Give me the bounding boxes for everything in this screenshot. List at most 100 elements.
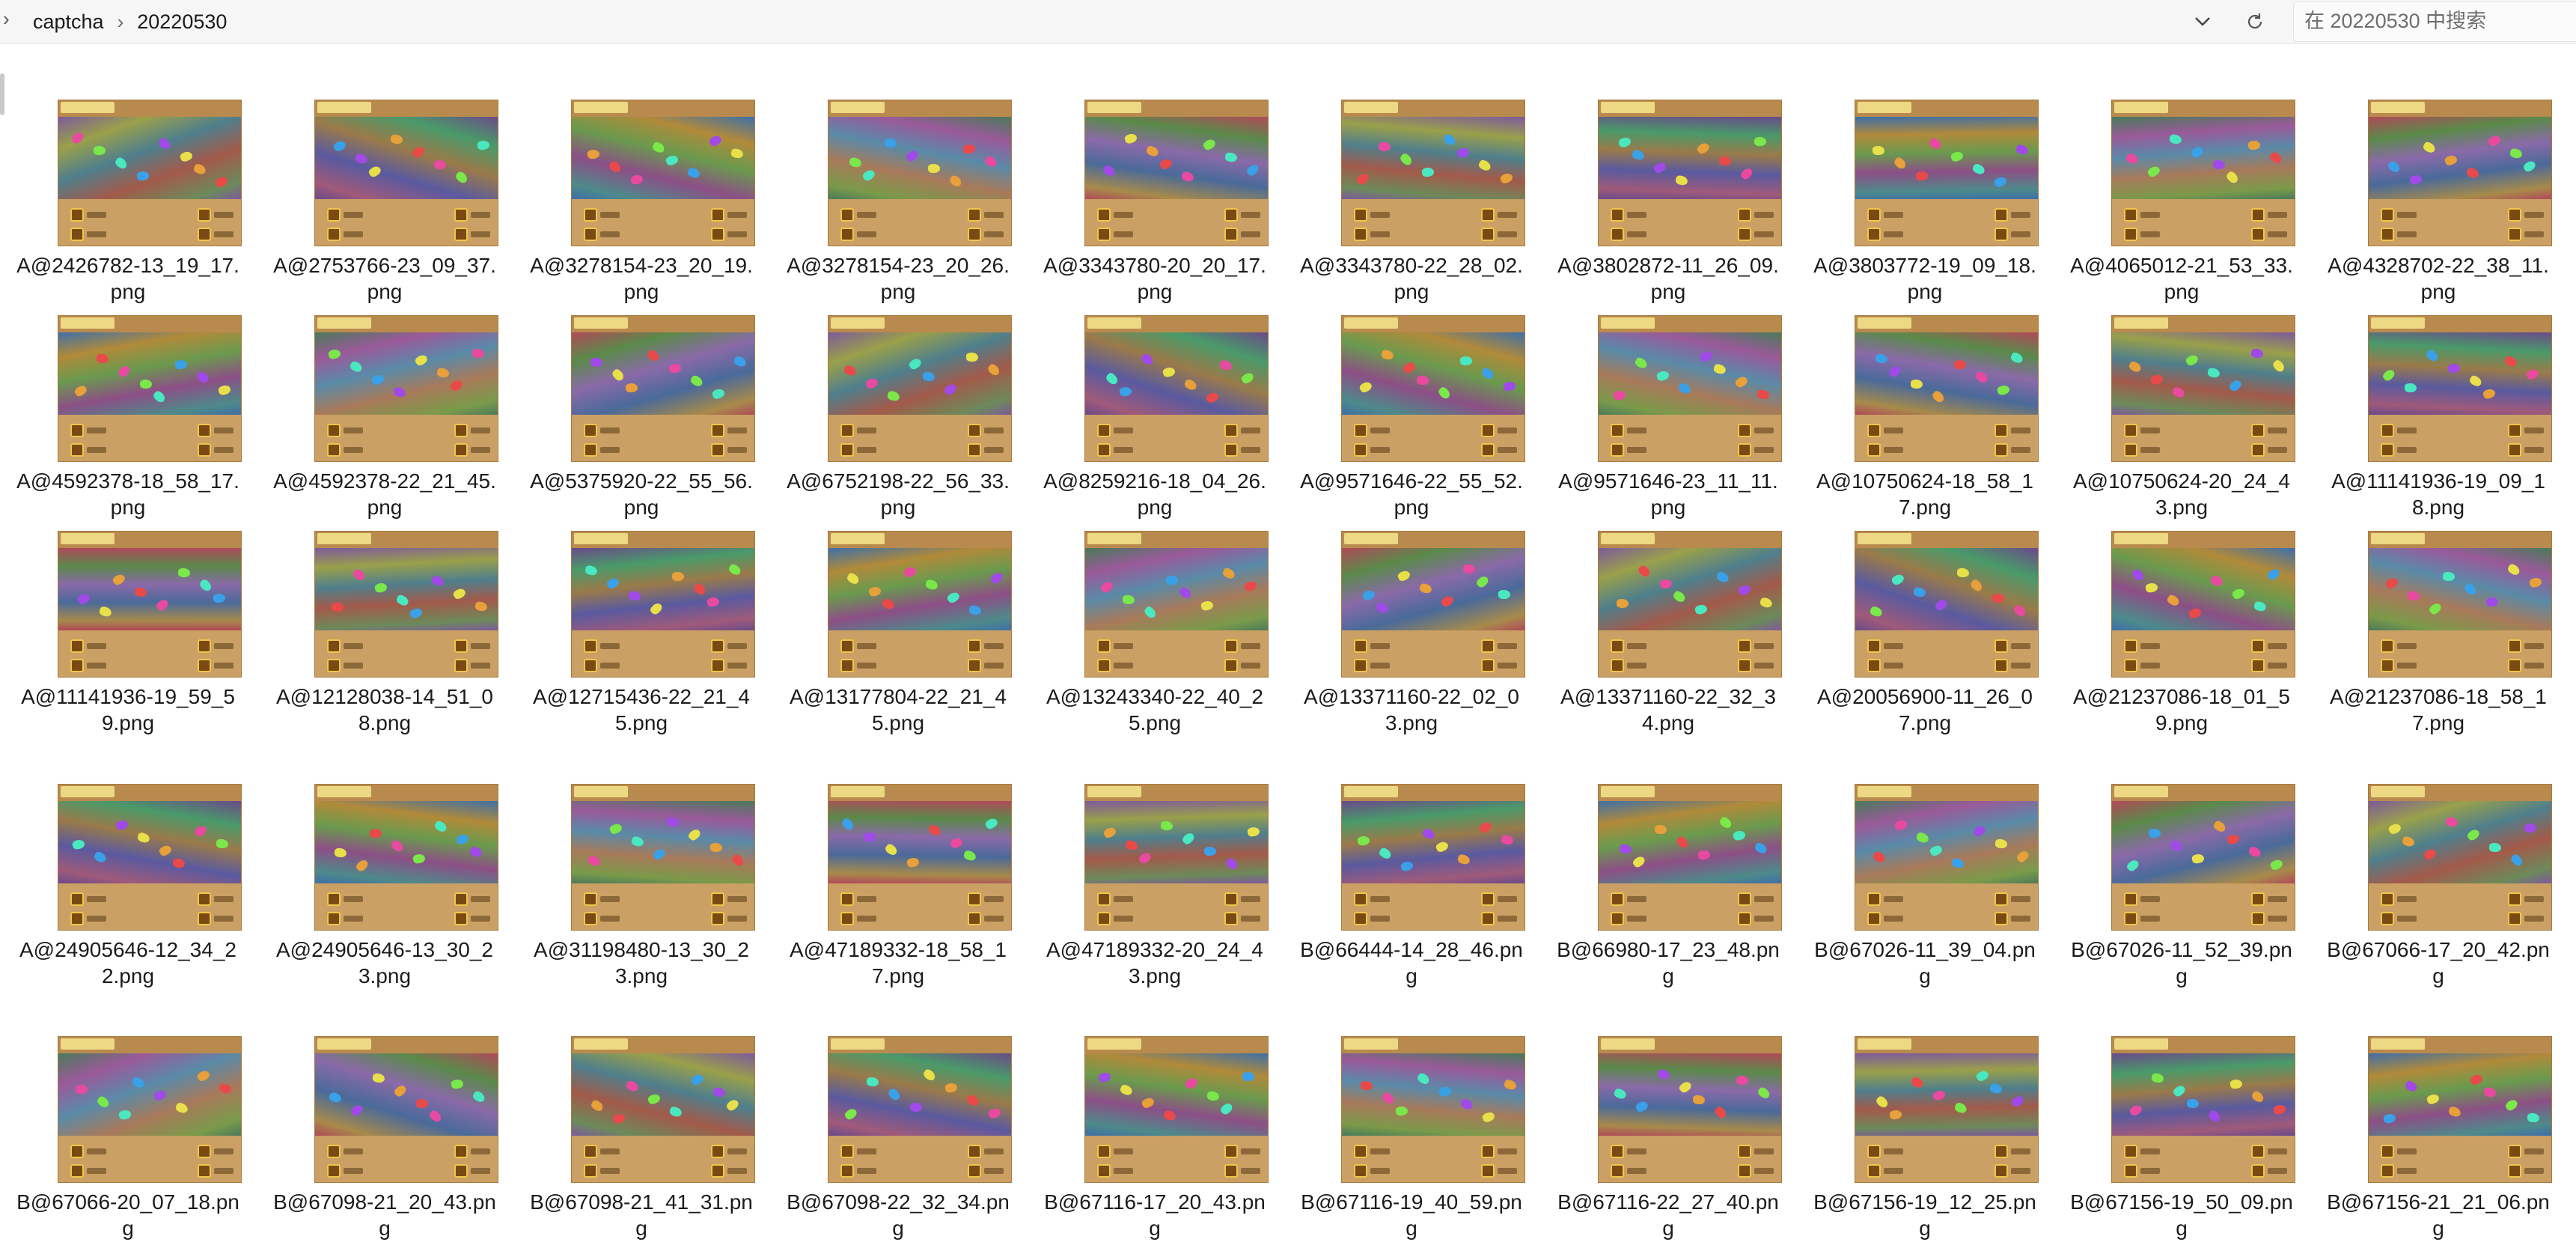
- captcha-character: [1119, 1083, 1134, 1097]
- thumbnail-options: [828, 199, 1011, 246]
- captcha-character: [1869, 605, 1884, 618]
- thumbnail-image: [1342, 332, 1524, 415]
- captcha-character: [1397, 568, 1411, 583]
- option-box: [1867, 1164, 1881, 1178]
- captcha-character: [1224, 152, 1238, 162]
- option-box: [2124, 1145, 2137, 1158]
- captcha-character: [1421, 167, 1435, 177]
- option-text-strip: [1884, 1168, 1903, 1174]
- captcha-character: [1097, 1071, 1112, 1084]
- option-box: [1738, 892, 1751, 906]
- captcha-character: [1361, 588, 1376, 602]
- option-box: [1224, 892, 1238, 906]
- file-name-line-2: g: [1149, 1217, 1161, 1240]
- captcha-character: [76, 592, 91, 606]
- option-box: [2124, 639, 2137, 653]
- captcha-character: [1438, 1086, 1453, 1098]
- option-text-strip: [600, 1168, 620, 1174]
- thumbnail-options: [1855, 199, 2038, 246]
- captcha-character: [1893, 156, 1908, 171]
- option-box: [2508, 208, 2521, 222]
- option-box: [1994, 659, 2008, 672]
- captcha-character: [1378, 141, 1391, 152]
- captcha-character: [452, 586, 467, 601]
- thumbnail-header: [2369, 1037, 2551, 1053]
- captcha-character: [2528, 576, 2543, 589]
- captcha-character: [390, 134, 403, 144]
- thumbnail-header: [828, 1037, 1011, 1053]
- option-text-strip: [1884, 643, 1903, 649]
- option-text-strip: [1370, 1168, 1390, 1174]
- option-text-strip: [1498, 643, 1517, 649]
- captcha-character: [1929, 843, 1944, 858]
- option-text-strip: [984, 1168, 1004, 1174]
- option-box: [70, 1164, 84, 1178]
- file-name: A@3343780-20_20_17. png: [1027, 252, 1283, 305]
- option-box: [2508, 228, 2521, 241]
- captcha-character: [2146, 164, 2161, 179]
- file-name-line-1: A@11141936-19_59_5: [21, 685, 235, 708]
- thumbnail-image: [2369, 1053, 2551, 1136]
- file-name-line-2: 9.png: [101, 711, 155, 734]
- thumbnail-header: [572, 100, 754, 117]
- thumbnail-title-strip: [574, 317, 628, 329]
- thumbnail-header: [58, 100, 241, 117]
- captcha-character: [436, 367, 450, 379]
- captcha-character: [1672, 589, 1687, 604]
- captcha-character: [652, 847, 667, 862]
- option-text-strip: [2524, 916, 2544, 922]
- option-text-strip: [727, 231, 747, 237]
- thumbnail-title-strip: [1087, 102, 1141, 113]
- file-thumbnail: [1341, 531, 1525, 678]
- option-text-strip: [2011, 212, 2030, 218]
- file-name-line-1: B@67066-20_07_18.pn: [16, 1190, 239, 1214]
- file-name-line-2: g: [2176, 964, 2188, 987]
- option-text-strip: [344, 212, 363, 218]
- file-name-line-2: 3.png: [358, 964, 412, 987]
- option-text-strip: [471, 231, 490, 237]
- captcha-character: [2425, 348, 2440, 363]
- captcha-character: [411, 144, 426, 159]
- file-name: A@11141936-19_59_5 9.png: [0, 684, 256, 736]
- captcha-character: [1402, 360, 1417, 375]
- captcha-character: [884, 138, 897, 148]
- option-text-strip: [1627, 643, 1646, 649]
- captcha-character: [2387, 822, 2402, 836]
- thumbnail-header: [572, 1037, 754, 1053]
- option-text-strip: [1370, 643, 1390, 649]
- option-box: [70, 892, 84, 906]
- captcha-character: [706, 596, 720, 608]
- file-thumbnail: [571, 531, 755, 678]
- option-text-strip: [1754, 663, 1774, 669]
- option-box: [711, 659, 724, 672]
- captcha-character: [1993, 175, 2008, 189]
- option-box: [2251, 1164, 2265, 1178]
- captcha-character: [196, 1068, 211, 1083]
- captcha-character: [155, 597, 170, 612]
- file-name-line-1: A@13177804-22_21_4: [789, 685, 1007, 708]
- captcha-character: [1162, 366, 1176, 378]
- captcha-character: [2169, 133, 2182, 145]
- captcha-character: [905, 148, 920, 163]
- captcha-character: [1915, 831, 1930, 844]
- captcha-character: [455, 833, 470, 846]
- option-box: [968, 228, 981, 241]
- option-text-strip: [1241, 643, 1260, 649]
- option-text-strip: [727, 916, 747, 922]
- option-text-strip: [2524, 447, 2544, 453]
- captcha-character: [1950, 857, 1965, 869]
- file-name-line-2: g: [1662, 1217, 1674, 1240]
- option-text-strip: [2140, 427, 2160, 433]
- file-thumbnail: [1598, 315, 1782, 462]
- thumbnail-header: [828, 100, 1011, 117]
- file-name: A@3278154-23_20_19. png: [513, 252, 769, 305]
- thumbnail-title-strip: [1601, 533, 1655, 544]
- option-box: [584, 639, 597, 653]
- captcha-character: [1734, 374, 1749, 389]
- option-box: [2251, 228, 2265, 241]
- thumbnail-header: [58, 1037, 241, 1053]
- thumbnail-image: [1342, 801, 1524, 883]
- file-thumbnail: [1598, 1036, 1782, 1183]
- option-box: [454, 424, 468, 437]
- file-name-line-1: A@4065012-21_53_33.: [2070, 254, 2293, 277]
